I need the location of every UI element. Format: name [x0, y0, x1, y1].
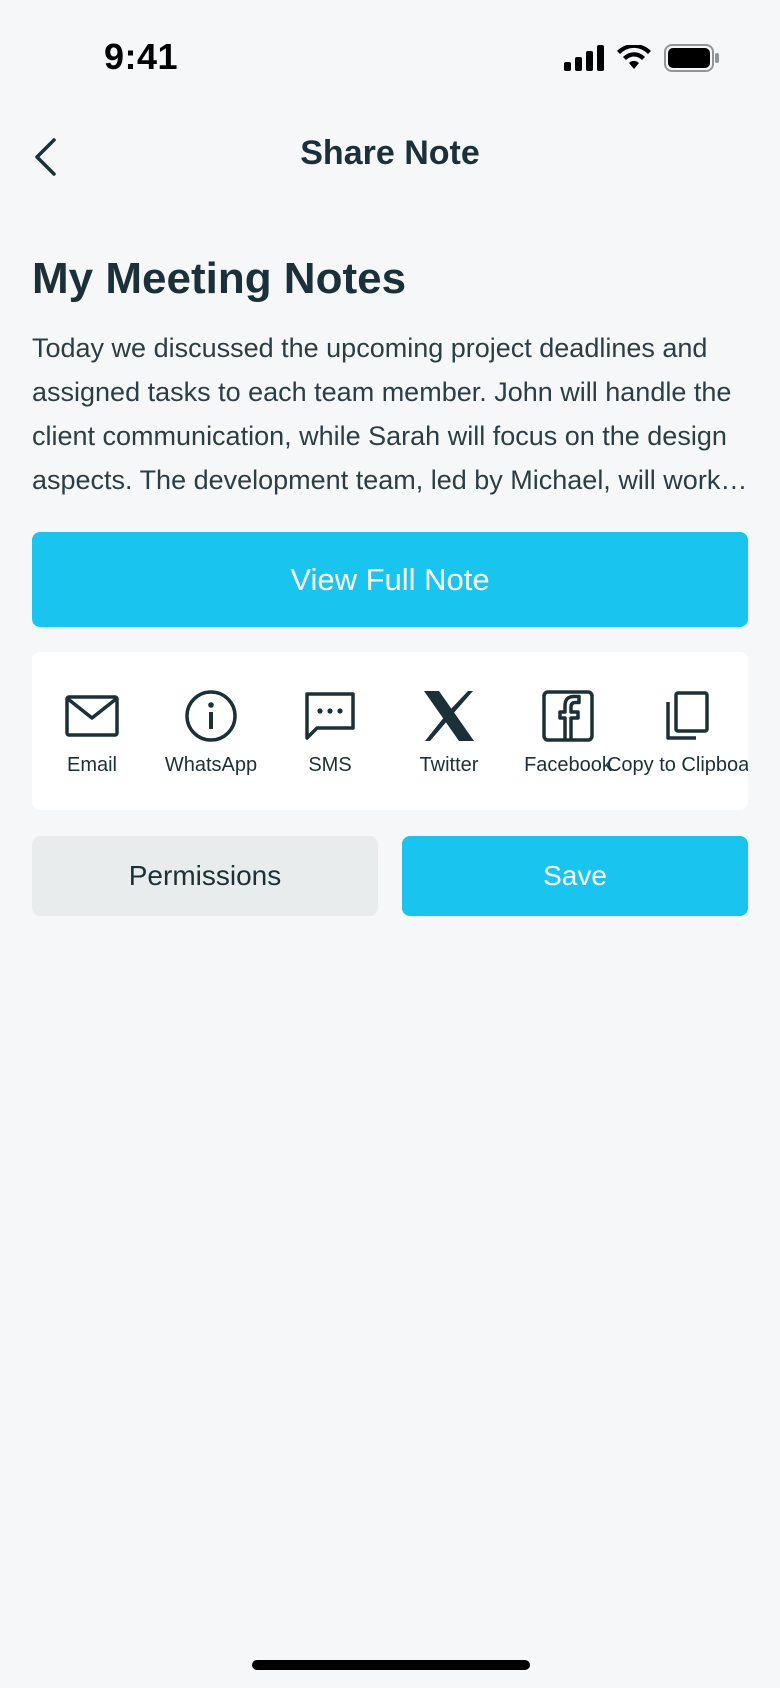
copy-icon — [666, 691, 709, 740]
signal-icon — [564, 45, 604, 71]
status-time: 9:41 — [104, 36, 179, 77]
share-options-panel: Email WhatsApp SMS Twitter Facebook Copy… — [32, 652, 748, 810]
home-indicator — [252, 1660, 530, 1670]
info-icon — [185, 690, 237, 742]
battery-icon — [664, 44, 719, 72]
share-sms-option[interactable]: SMS — [270, 688, 390, 788]
share-email-option[interactable]: Email — [32, 688, 152, 788]
status-icons — [564, 44, 720, 72]
share-twitter-option[interactable]: Twitter — [389, 688, 509, 788]
share-note-screen: 9:41 Share Note My Meeting Notes Today w… — [0, 0, 780, 1688]
message-icon — [305, 692, 355, 740]
share-option-label: WhatsApp — [164, 754, 258, 776]
share-option-label: Facebook — [524, 754, 612, 776]
share-whatsapp-option[interactable]: WhatsApp — [151, 688, 271, 788]
view-full-note-button[interactable]: View Full Note — [32, 532, 748, 627]
share-option-label: SMS — [308, 754, 352, 776]
x-logo-icon — [424, 691, 474, 741]
share-option-label: Copy to Clipboard — [606, 754, 748, 776]
page-title: Share Note — [300, 134, 480, 172]
permissions-button[interactable]: Permissions — [32, 836, 378, 916]
share-copy-option[interactable]: Copy to Clipboard — [607, 688, 748, 788]
note-preview: Today we discussed the upcoming project … — [32, 333, 732, 495]
share-option-label: Twitter — [419, 754, 479, 776]
mail-icon — [65, 695, 119, 737]
share-option-label: Email — [66, 754, 117, 776]
wifi-icon — [617, 45, 651, 69]
facebook-icon — [542, 690, 594, 742]
save-button[interactable]: Save — [402, 836, 748, 916]
note-title: My Meeting Notes — [32, 254, 407, 303]
